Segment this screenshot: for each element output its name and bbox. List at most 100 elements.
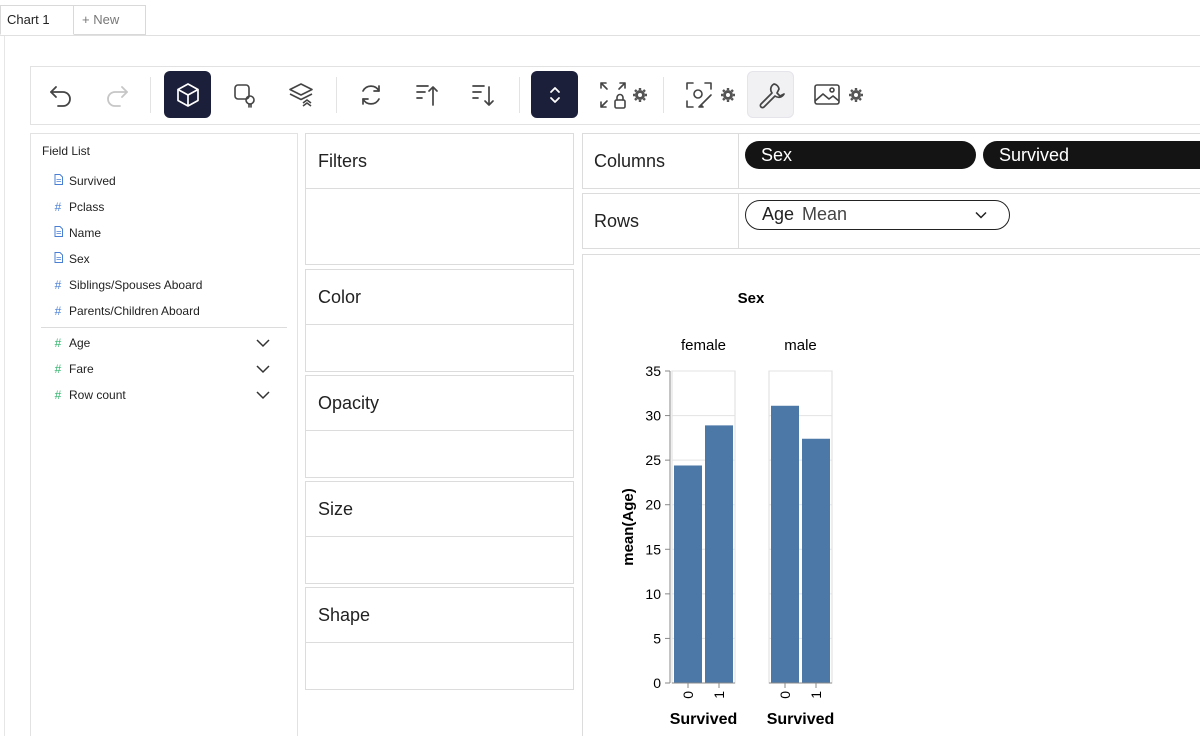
field-item-survived[interactable]: Survived <box>53 171 116 191</box>
row-pill-aggregation: Mean <box>802 204 848 224</box>
bar <box>705 425 733 683</box>
hash-icon: # <box>54 388 62 402</box>
field-label: Pclass <box>69 200 105 214</box>
hash-icon: # <box>54 200 62 214</box>
fullscreen-lock-button[interactable] <box>589 71 636 118</box>
sort-descending-icon <box>471 84 494 106</box>
field-label: Name <box>69 226 102 240</box>
filters-panel[interactable]: Filters <box>305 133 574 265</box>
gear-icon[interactable] <box>848 87 864 103</box>
field-item-siblings-spouses[interactable]: # Siblings/Spouses Aboard <box>53 275 203 295</box>
chevron-down-icon[interactable] <box>255 335 271 351</box>
sort-ascending-icon <box>415 84 438 106</box>
bar <box>771 405 799 683</box>
y-tick-label: 20 <box>645 497 661 513</box>
image-icon <box>813 83 840 105</box>
expand-collapse-button[interactable] <box>531 71 578 118</box>
document-icon <box>53 226 63 240</box>
rows-label: Rows <box>583 194 739 248</box>
chart-area: Sex 0 5 10 15 20 25 30 35 mean(Age) female 0 1 Surviv… <box>582 254 1200 736</box>
facet-header: female <box>681 337 726 354</box>
sort-ascending-button[interactable] <box>403 71 450 118</box>
columns-label: Columns <box>583 134 739 188</box>
brush-bulb-button[interactable] <box>221 71 268 118</box>
redo-button[interactable] <box>93 71 140 118</box>
opacity-label: Opacity <box>306 376 573 431</box>
size-label: Size <box>306 482 573 537</box>
field-label: Parents/Children Aboard <box>69 304 200 318</box>
hash-icon: # <box>54 304 62 318</box>
gear-icon[interactable] <box>720 87 736 103</box>
field-label: Row count <box>69 388 126 402</box>
tab-bar: Chart 1 + New <box>0 0 1200 36</box>
wrench-icon <box>759 82 785 108</box>
expand-collapse-icon <box>549 86 560 103</box>
undo-button[interactable] <box>37 71 84 118</box>
y-tick-label: 30 <box>645 408 661 424</box>
y-tick-label: 35 <box>645 363 661 379</box>
field-item-age[interactable]: # Age <box>53 333 91 353</box>
color-panel[interactable]: Color <box>305 269 574 372</box>
shape-panel[interactable]: Shape <box>305 587 574 690</box>
hash-icon: # <box>54 362 62 376</box>
hash-icon: # <box>54 336 62 350</box>
field-item-name[interactable]: Name <box>53 223 101 243</box>
facet-header: male <box>784 337 817 354</box>
layers-icon <box>288 82 313 107</box>
export-image-button[interactable] <box>803 71 850 118</box>
field-item-parents-children[interactable]: # Parents/Children Aboard <box>53 301 200 321</box>
left-rule <box>4 36 5 736</box>
y-tick-label: 5 <box>653 630 661 646</box>
document-icon <box>53 252 63 266</box>
wrench-button[interactable] <box>747 71 794 118</box>
bar <box>802 438 830 683</box>
redo-icon <box>106 85 128 107</box>
column-pill-sex[interactable]: Sex <box>745 141 976 169</box>
field-list-title: Field List <box>42 144 91 158</box>
layers-button[interactable] <box>277 71 324 118</box>
chart-title: Sex <box>738 290 765 307</box>
field-label: Fare <box>69 362 94 376</box>
field-list-divider <box>41 327 287 328</box>
brush-bulb-icon <box>233 83 255 108</box>
shape-label: Shape <box>306 588 573 643</box>
tab-chart-1[interactable]: Chart 1 <box>0 5 74 35</box>
filters-label: Filters <box>306 134 573 189</box>
field-item-fare[interactable]: # Fare <box>53 359 94 379</box>
opacity-panel[interactable]: Opacity <box>305 375 574 478</box>
toolbar <box>30 66 1200 125</box>
sort-descending-button[interactable] <box>459 71 506 118</box>
bar-chart: Sex05101520253035mean(Age)female0 1Surviv… <box>620 290 835 728</box>
column-pill-survived[interactable]: Survived <box>983 141 1200 169</box>
y-tick-label: 25 <box>645 452 661 468</box>
x-axis-label: Survived <box>767 711 835 728</box>
focus-brush-icon <box>685 81 712 108</box>
x-tick-label: 0 <box>680 691 696 699</box>
color-label: Color <box>306 270 573 325</box>
field-label: Siblings/Spouses Aboard <box>69 278 203 292</box>
chevron-down-icon[interactable] <box>255 387 271 403</box>
focus-brush-button[interactable] <box>675 71 722 118</box>
x-tick-label: 1 <box>711 691 727 699</box>
row-pill-age[interactable]: Age Mean <box>745 200 1010 230</box>
new-tab-button[interactable]: + New <box>74 5 146 35</box>
chevron-down-icon[interactable] <box>255 361 271 377</box>
x-axis-label: Survived <box>670 711 738 728</box>
size-panel[interactable]: Size <box>305 481 574 584</box>
field-item-sex[interactable]: Sex <box>53 249 90 269</box>
cube-icon <box>176 82 199 107</box>
x-tick-label: 1 <box>808 691 824 699</box>
undo-icon <box>49 85 71 107</box>
field-item-pclass[interactable]: # Pclass <box>53 197 105 217</box>
rows-shelf[interactable]: Rows Age Mean <box>582 193 1200 249</box>
row-pill-field: Age <box>762 204 795 224</box>
fullscreen-lock-icon <box>599 81 626 109</box>
refresh-button[interactable] <box>347 71 394 118</box>
hash-icon: # <box>54 278 62 292</box>
chevron-down-icon[interactable] <box>974 208 988 222</box>
mark-type-button[interactable] <box>164 71 211 118</box>
field-item-row-count[interactable]: # Row count <box>53 385 126 405</box>
gear-icon[interactable] <box>632 87 648 103</box>
y-tick-label: 15 <box>645 541 661 557</box>
columns-shelf[interactable]: Columns Sex Survived <box>582 133 1200 189</box>
